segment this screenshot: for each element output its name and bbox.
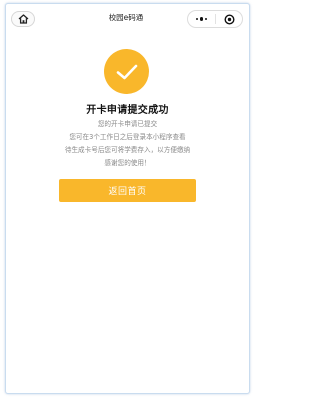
more-dot-right xyxy=(204,17,208,21)
success-title: 开卡申请提交成功 xyxy=(86,105,169,116)
message-line-1: 您的开卡申请已提交 xyxy=(97,120,158,128)
check-icon xyxy=(116,64,137,79)
home-button[interactable] xyxy=(11,11,35,27)
more-dots-icon xyxy=(195,17,199,21)
close-mini-program-button[interactable] xyxy=(216,11,242,27)
app-window: 校园e码通 开卡申请提交成功 您的开卡申请已提交 您可在3个工作日之后登录本小程… xyxy=(5,3,250,394)
success-status-circle xyxy=(104,49,149,94)
message-line-4: 感谢您的使用！ xyxy=(104,159,151,167)
message-line-3: 待生成卡号后您可将学费存入，以方便缴纳 xyxy=(64,146,191,154)
home-icon xyxy=(18,14,28,24)
page-title: 校园e码通 xyxy=(108,13,144,22)
more-dot-center xyxy=(199,17,204,21)
mini-program-capsule xyxy=(187,10,243,28)
back-to-home-button[interactable]: 返回首页 xyxy=(59,179,196,202)
more-button[interactable] xyxy=(188,11,215,27)
target-close-icon xyxy=(223,13,235,25)
message-line-2: 您可在3个工作日之后登录本小程序查看 xyxy=(69,133,186,141)
top-nav-bar: 校园e码通 xyxy=(6,4,249,32)
